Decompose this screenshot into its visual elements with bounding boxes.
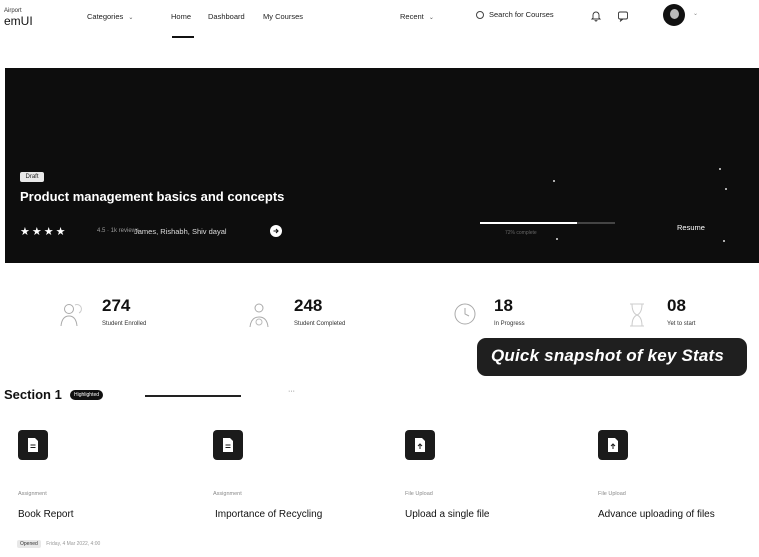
categories-label: Categories: [87, 12, 124, 21]
activity-card-upload-single-file[interactable]: File Upload Upload a single file: [405, 430, 565, 525]
avatar-face: [670, 9, 679, 19]
file-icon: [18, 430, 48, 460]
stat-label: Yet to start: [667, 321, 696, 327]
users-icon: [58, 300, 84, 330]
bell-icon[interactable]: [590, 9, 602, 22]
stat-in-progress: 18 In Progress: [452, 296, 562, 340]
section-progress-bar: [145, 395, 241, 397]
recent-dropdown[interactable]: Recent ⌄: [400, 12, 434, 21]
file-icon: [405, 430, 435, 460]
activity-card-advance-uploading[interactable]: File Upload Advance uploading of files: [598, 430, 758, 525]
stat-students-completed: 248 Student Completed: [246, 296, 396, 340]
decor-speck: [723, 240, 725, 242]
decor-speck: [719, 168, 721, 170]
stat-value: 274: [102, 296, 131, 315]
activity-card-importance-of-recycling[interactable]: Assignment Importance of Recycling: [213, 430, 373, 525]
resume-button[interactable]: Resume: [677, 223, 705, 232]
search-box[interactable]: Search for Courses: [476, 10, 554, 19]
activity-type: Assignment: [18, 491, 47, 497]
opened-date: Friday, 4 Mar 2022, 4:00: [46, 541, 101, 547]
activity-title: Advance uploading of files: [598, 509, 715, 520]
activity-title: Upload a single file: [405, 509, 490, 520]
course-page: Airport emUI Categories ⌄ Home Dashboard…: [0, 0, 759, 557]
progress-fill: [480, 222, 578, 224]
activity-title: Book Report: [18, 509, 74, 520]
more-options-icon[interactable]: ···: [288, 388, 295, 395]
nav-dashboard[interactable]: Dashboard: [208, 12, 245, 21]
stat-label: Student Enrolled: [102, 321, 147, 327]
logo-name: emUI: [4, 14, 33, 28]
course-progress-bar: [480, 222, 615, 224]
decor-speck: [725, 188, 727, 190]
categories-dropdown[interactable]: Categories ⌄: [87, 12, 133, 21]
stat-value: 248: [294, 296, 323, 315]
stat-value: 08: [667, 296, 686, 315]
stat-value: 18: [494, 296, 513, 315]
chevron-down-icon: ⌄: [428, 15, 434, 21]
nav-home[interactable]: Home: [171, 12, 191, 21]
search-placeholder: Search for Courses: [489, 10, 554, 19]
course-authors: James, Rishabh, Shiv dayal: [134, 227, 227, 236]
progress-label: 72% complete: [505, 230, 537, 236]
stats-callout: Quick snapshot of key Stats: [477, 338, 747, 376]
activity-type: Assignment: [213, 491, 242, 497]
hero-banner: Draft Product management basics and conc…: [5, 68, 759, 263]
recent-label: Recent: [400, 12, 424, 21]
stat-label: In Progress: [494, 321, 525, 327]
decor-speck: [556, 238, 558, 240]
nav-my-courses[interactable]: My Courses: [263, 12, 303, 21]
search-icon: [476, 10, 484, 19]
decor-speck: [553, 180, 555, 182]
top-navbar: Airport emUI Categories ⌄ Home Dashboard…: [0, 0, 759, 38]
stat-students-enrolled: 274 Student Enrolled: [58, 296, 198, 340]
file-icon: [598, 430, 628, 460]
chevron-down-icon[interactable]: ⌄: [693, 10, 698, 17]
opened-badge: Opened: [17, 540, 41, 548]
file-icon: [213, 430, 243, 460]
graduation-icon: [246, 300, 272, 330]
arrow-right-icon[interactable]: [270, 225, 282, 237]
message-icon[interactable]: [617, 9, 629, 23]
activity-title: Importance of Recycling: [215, 509, 323, 520]
clock-icon: [452, 300, 478, 330]
section-title: Section 1: [4, 387, 62, 402]
stat-label: Student Completed: [294, 321, 346, 327]
opened-info: Opened Friday, 4 Mar 2022, 4:00: [17, 540, 100, 548]
section-badge: Highlighted: [70, 390, 104, 400]
callout-text: Quick snapshot of key Stats: [491, 346, 725, 365]
rating-stars: ★★★★: [20, 226, 68, 238]
course-title: Product management basics and concepts: [20, 189, 285, 204]
course-badge: Draft: [20, 172, 44, 182]
activity-type: File Upload: [598, 491, 626, 497]
hourglass-icon: [624, 300, 650, 330]
stat-yet-to-start: 08 Yet to start: [624, 296, 734, 340]
activity-card-book-report[interactable]: Assignment Book Report: [18, 430, 178, 525]
avatar[interactable]: [663, 4, 685, 26]
logo[interactable]: Airport emUI: [4, 8, 33, 27]
chevron-down-icon: ⌄: [128, 15, 134, 21]
activity-type: File Upload: [405, 491, 433, 497]
active-tab-indicator: [172, 36, 194, 38]
course-meta: 4.5 · 1k reviews: [97, 228, 140, 234]
